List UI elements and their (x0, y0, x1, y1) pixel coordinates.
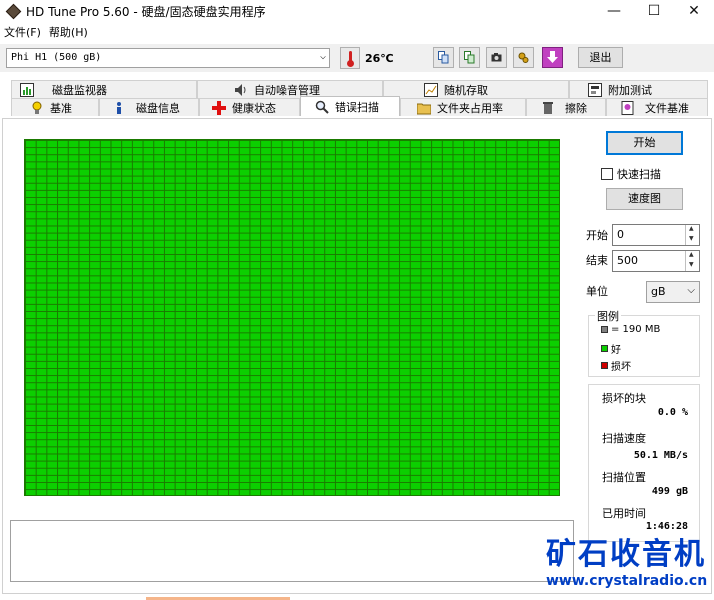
tab-random-access-label: 随机存取 (444, 83, 488, 97)
menu-file[interactable]: 文件(F) (4, 23, 41, 41)
scatter-chart-icon (424, 82, 438, 97)
damaged-blocks-label: 损坏的块 (602, 392, 646, 405)
toolbar: Phi H1 (500 gB) ⌵ 26℃ 退出 (0, 44, 714, 72)
chevron-down-icon: ⌵ (687, 285, 695, 296)
tab-folder-usage[interactable]: 文件夹占用率 (400, 98, 526, 116)
start-scan-button[interactable]: 开始 (606, 131, 683, 155)
menu-bar: 文件(F) 帮助(H) (0, 23, 88, 41)
tab-extra-tests[interactable]: 附加测试 (569, 80, 708, 98)
save-button[interactable] (542, 47, 563, 68)
legend-bad-text: 损坏 (611, 362, 631, 373)
unit-value: gB (651, 285, 666, 298)
app-icon (6, 4, 20, 18)
start-spin-arrows-icon[interactable] (685, 225, 699, 245)
start-spinbox[interactable]: 0 (612, 224, 700, 246)
menu-help[interactable]: 帮助(H) (49, 23, 88, 41)
legend-title: 图例 (595, 308, 621, 324)
speed-map-button[interactable]: 速度图 (606, 188, 683, 210)
tab-disk-monitor-label: 磁盘监视器 (52, 83, 107, 97)
info-icon (117, 101, 121, 114)
quick-scan-checkbox[interactable] (601, 168, 613, 180)
drive-select-value: Phi H1 (500 gB) (11, 52, 102, 63)
tab-random-access[interactable]: 随机存取 (383, 80, 569, 98)
end-spin-arrows-icon[interactable] (685, 251, 699, 271)
end-label: 结束 (586, 254, 608, 267)
unit-label: 单位 (586, 285, 608, 298)
tab-benchmark[interactable]: 基准 (11, 98, 99, 116)
drive-select[interactable]: Phi H1 (500 gB) ⌵ (6, 48, 330, 68)
folder-icon (417, 103, 431, 114)
camera-icon (491, 53, 502, 62)
temperature-readout: 26℃ (365, 52, 394, 65)
file-bulb-icon (621, 100, 634, 115)
legend-block-text: = 190 MB (611, 324, 661, 335)
watermark-name: 矿石收音机 (546, 537, 706, 572)
legend-good-text: 好 (611, 345, 621, 356)
tab-file-benchmark-label: 文件基准 (645, 101, 689, 115)
legend-block-size: = 190 MB (601, 324, 660, 335)
block-swatch-icon (601, 326, 608, 333)
extra-test-icon (588, 82, 602, 97)
damaged-blocks-value: 0.0 % (657, 407, 688, 418)
maximize-button[interactable]: ☐ (634, 0, 674, 22)
bad-swatch-icon (601, 362, 608, 369)
tab-error-scan[interactable]: 错误扫描 (300, 96, 400, 116)
tab-erase[interactable]: 擦除 (526, 98, 606, 116)
tab-file-benchmark[interactable]: 文件基准 (606, 98, 708, 116)
window-title: HD Tune Pro 5.60 - 硬盘/固态硬盘实用程序 (26, 4, 266, 19)
magnifier-icon (315, 100, 329, 114)
tab-error-scan-label: 错误扫描 (335, 100, 379, 114)
tab-erase-label: 擦除 (565, 101, 587, 115)
unit-select[interactable]: gB ⌵ (646, 281, 700, 303)
tab-folder-usage-label: 文件夹占用率 (437, 101, 503, 115)
tab-disk-info[interactable]: 磁盘信息 (99, 98, 199, 116)
trash-icon (543, 101, 553, 114)
monitor-chart-icon (20, 82, 34, 97)
legend-bad: 损坏 (601, 358, 631, 373)
scan-speed-label: 扫描速度 (602, 432, 646, 445)
copy-icon (438, 51, 449, 64)
tab-extra-tests-label: 附加测试 (608, 83, 652, 97)
lightbulb-icon (32, 101, 42, 114)
end-spinbox[interactable]: 500 (612, 250, 700, 272)
good-swatch-icon (601, 345, 608, 352)
options-button[interactable] (513, 47, 534, 68)
window-controls: — ☐ ✕ (594, 0, 714, 22)
health-cross-icon (212, 100, 226, 115)
log-area[interactable] (10, 520, 574, 582)
minimize-button[interactable]: — (594, 0, 634, 22)
scan-speed-value: 50.1 MB/s (633, 450, 688, 461)
quick-scan-label: 快速扫描 (617, 168, 661, 181)
tab-health-label: 健康状态 (232, 101, 276, 115)
copy-text-button[interactable] (433, 47, 454, 68)
watermark-url: www.crystalradio.cn (546, 573, 708, 589)
copy-all-button[interactable] (459, 47, 480, 68)
elapsed-time-label: 已用时间 (602, 507, 646, 520)
start-value: 0 (617, 228, 624, 241)
elapsed-time-value: 1:46:28 (645, 521, 688, 532)
scan-block-map (24, 139, 560, 496)
down-arrow-icon (547, 51, 558, 63)
speaker-icon (235, 83, 246, 96)
exit-button[interactable]: 退出 (578, 47, 623, 68)
close-button[interactable]: ✕ (674, 0, 714, 22)
start-label: 开始 (586, 229, 608, 242)
chevron-down-icon: ⌵ (319, 51, 326, 62)
tab-health[interactable]: 健康状态 (199, 98, 300, 116)
tab-row-bottom: 基准 磁盘信息 健康状态 错误扫描 文件夹占用率 擦除 文件基准 (0, 96, 714, 116)
title-bar: HD Tune Pro 5.60 - 硬盘/固态硬盘实用程序 — ☐ ✕ (0, 0, 714, 22)
watermark: 矿石收音机 www.crystalradio.cn (546, 537, 712, 589)
end-value: 500 (617, 254, 638, 267)
tab-benchmark-label: 基准 (50, 101, 72, 115)
quick-scan-option[interactable]: 快速扫描 (601, 166, 661, 182)
tab-disk-info-label: 磁盘信息 (136, 101, 180, 115)
tools-icon (518, 52, 529, 63)
scan-position-label: 扫描位置 (602, 471, 646, 484)
copy-all-icon (464, 51, 475, 64)
screenshot-button[interactable] (486, 47, 507, 68)
thermometer-icon (340, 47, 360, 69)
legend-good: 好 (601, 341, 621, 356)
tab-disk-monitor[interactable]: 磁盘监视器 (11, 80, 197, 98)
scan-position-value: 499 gB (651, 486, 688, 497)
